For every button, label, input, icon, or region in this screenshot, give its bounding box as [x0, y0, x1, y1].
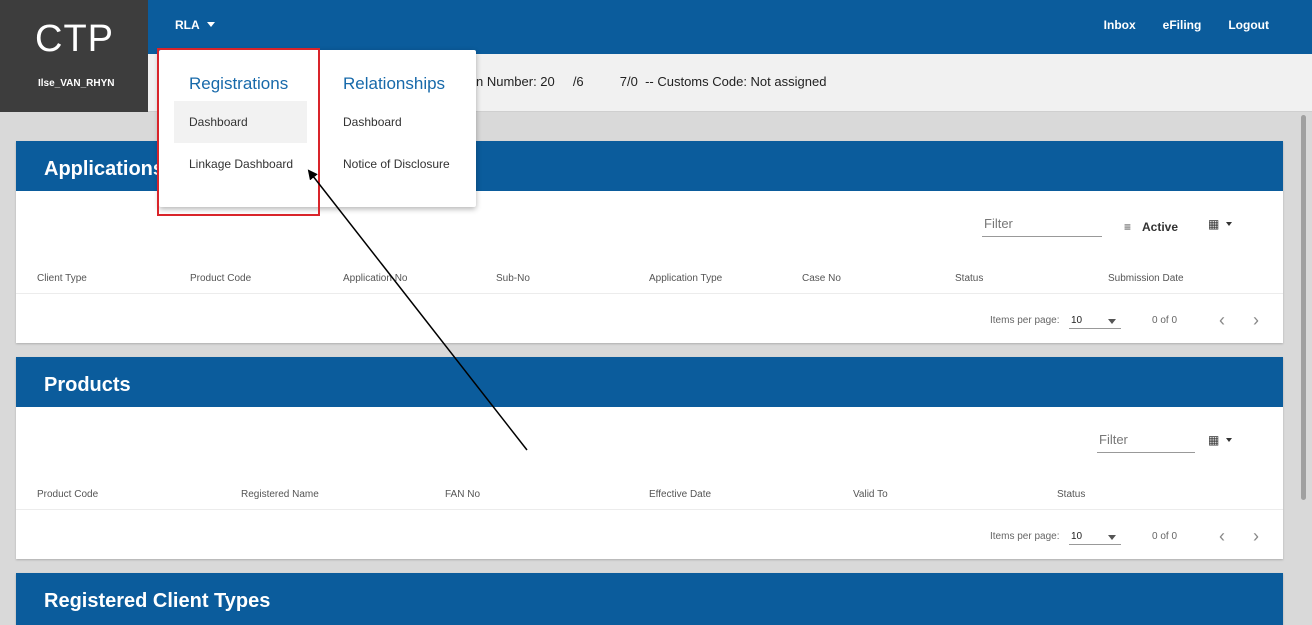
col-application-no[interactable]: Application No [343, 273, 407, 284]
grid-icon: ▦ [1208, 217, 1220, 231]
header-divider [16, 293, 1283, 294]
items-per-page-label: Items per page: [990, 531, 1060, 542]
col-sub-no[interactable]: Sub-No [496, 273, 530, 284]
page-size-underline [1069, 328, 1121, 329]
col-product-code[interactable]: Product Code [190, 273, 251, 284]
col-valid-to[interactable]: Valid To [853, 489, 888, 500]
column-toggle[interactable]: ▦ [1208, 217, 1233, 231]
col-fan-no[interactable]: FAN No [445, 489, 480, 500]
page-size-underline [1069, 544, 1121, 545]
col-status[interactable]: Status [955, 273, 983, 284]
chevron-down-icon[interactable] [1108, 535, 1116, 540]
registered-client-types-card: Registered Client Types [16, 573, 1283, 625]
top-nav: Inbox eFiling Logout [1104, 18, 1269, 32]
column-toggle[interactable]: ▦ [1208, 433, 1233, 447]
products-card: Products Filter ▦ Product Code Registere… [16, 357, 1283, 559]
filter-icon: ≡ [1124, 220, 1132, 234]
col-case-no[interactable]: Case No [802, 273, 841, 284]
col-client-type[interactable]: Client Type [37, 273, 87, 284]
col-effective-date[interactable]: Effective Date [649, 489, 711, 500]
relationships-heading: Relationships [343, 74, 446, 93]
page-size-select[interactable]: 10 [1071, 531, 1082, 542]
rla-menu-toggle[interactable]: RLA [175, 18, 215, 32]
inbox-link[interactable]: Inbox [1104, 18, 1136, 32]
chevron-right-icon[interactable]: › [1253, 526, 1259, 547]
registrations-heading: Registrations [189, 74, 289, 93]
logout-link[interactable]: Logout [1228, 18, 1269, 32]
scrollbar[interactable] [1301, 115, 1306, 500]
chevron-right-icon[interactable]: › [1253, 310, 1259, 331]
products-title: Products [16, 357, 1283, 407]
products-filter-input[interactable]: Filter [1097, 432, 1195, 453]
linkage-dashboard-link[interactable]: Linkage Dashboard [189, 157, 293, 171]
rla-dropdown-menu: Registrations Relationships Dashboard Li… [159, 50, 476, 207]
col-status[interactable]: Status [1057, 489, 1085, 500]
chevron-left-icon[interactable]: ‹ [1219, 526, 1225, 547]
notice-of-disclosure-link[interactable]: Notice of Disclosure [343, 157, 450, 171]
items-per-page-label: Items per page: [990, 315, 1060, 326]
col-product-code[interactable]: Product Code [37, 489, 98, 500]
active-label: Active [1142, 220, 1179, 234]
col-application-type[interactable]: Application Type [649, 273, 722, 284]
brand-panel: CTP Ilse_VAN_RHYN [0, 0, 148, 112]
top-bar: RLA Inbox eFiling Logout [0, 0, 1312, 54]
col-registered-name[interactable]: Registered Name [241, 489, 319, 500]
chevron-down-icon[interactable] [1108, 319, 1116, 324]
chevron-down-icon [206, 22, 215, 27]
rla-label: RLA [175, 18, 200, 32]
username: Ilse_VAN_RHYN [38, 78, 115, 89]
efiling-link[interactable]: eFiling [1163, 18, 1202, 32]
header-divider [16, 509, 1283, 510]
page-range: 0 of 0 [1152, 315, 1178, 326]
chevron-down-icon [1226, 222, 1233, 226]
chevron-left-icon[interactable]: ‹ [1219, 310, 1225, 331]
registered-client-types-title: Registered Client Types [16, 573, 1283, 625]
page-range: 0 of 0 [1152, 531, 1178, 542]
col-submission-date[interactable]: Submission Date [1108, 273, 1184, 284]
chevron-down-icon [1226, 438, 1233, 442]
registration-info: n Number: 20 /6 7/0 -- Customs Code: Not… [476, 74, 827, 89]
page-size-select[interactable]: 10 [1071, 315, 1082, 326]
app-logo: CTP [35, 18, 114, 60]
applications-filter-input[interactable]: Filter [982, 216, 1102, 237]
active-filter-toggle[interactable]: ≡ Active [1124, 220, 1178, 234]
relationships-dashboard-link[interactable]: Dashboard [343, 115, 402, 129]
registrations-dashboard-link[interactable]: Dashboard [189, 115, 248, 129]
grid-icon: ▦ [1208, 433, 1220, 447]
